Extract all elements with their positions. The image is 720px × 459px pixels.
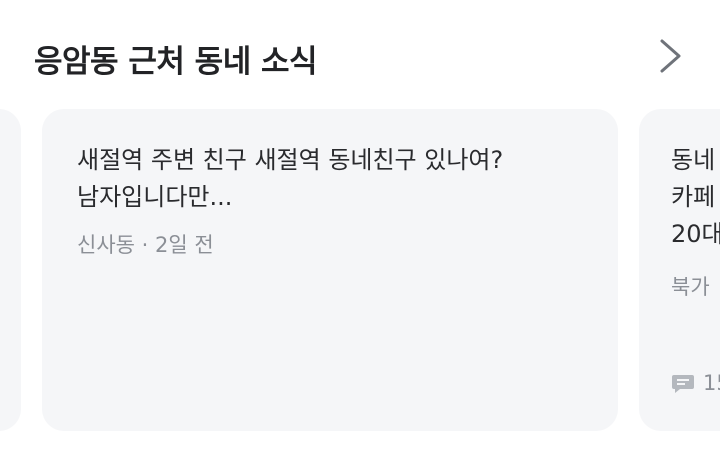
section-title: 응암동 근처 동네 소식 bbox=[34, 44, 318, 80]
neighborhood-news-section: 응암동 근처 동네 소식 새절역 주변 친구 새절역 동네친구 있나여? 남자입… bbox=[0, 0, 720, 459]
comment-icon bbox=[672, 375, 694, 393]
news-card[interactable]: 새절역 주변 친구 새절역 동네친구 있나여? 남자입니다만... 신사동 · … bbox=[42, 109, 618, 431]
news-card-meta: 북가 bbox=[671, 275, 710, 299]
chevron-right-icon bbox=[660, 39, 681, 73]
comment-count: 15 bbox=[671, 371, 720, 395]
news-card-meta: 신사동 · 2일 전 bbox=[77, 233, 214, 257]
comment-count-value: 15 bbox=[703, 371, 720, 395]
news-card-body: 동네 카페 20대 bbox=[671, 146, 720, 248]
next-card-partial[interactable]: 동네 카페 20대 북가 15 bbox=[639, 109, 720, 431]
previous-card-partial[interactable] bbox=[0, 109, 21, 431]
more-button[interactable] bbox=[652, 34, 688, 78]
news-card-body: 새절역 주변 친구 새절역 동네친구 있나여? 남자입니다만... bbox=[77, 146, 504, 211]
